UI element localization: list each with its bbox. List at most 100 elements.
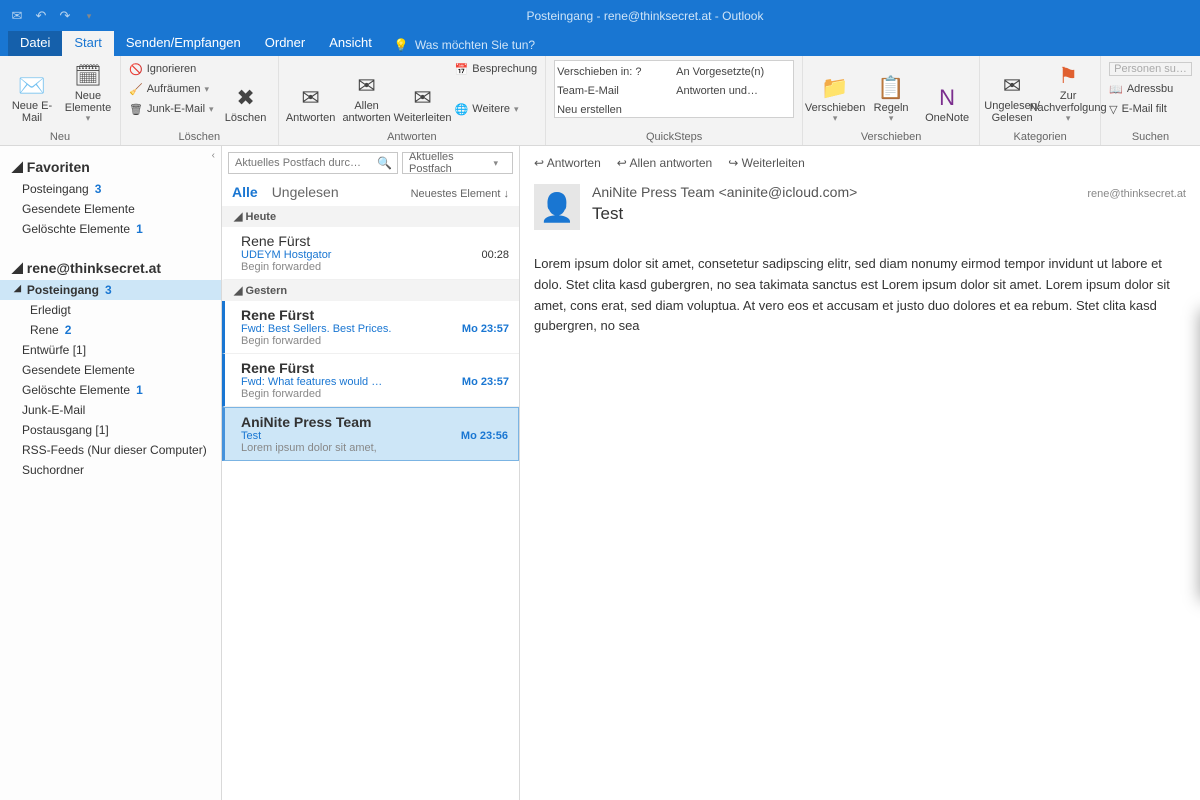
group-header[interactable]: ◢ Gestern bbox=[222, 280, 519, 301]
quick-access-toolbar: ✉ ↶ ↷ bbox=[8, 7, 98, 25]
group-find: Personen su… 📖Adressbu ▽E-Mail filt Such… bbox=[1101, 56, 1200, 145]
nav-geloescht[interactable]: Gelöschte Elemente1 bbox=[0, 380, 221, 400]
msg-time: Mo 23:57 bbox=[462, 376, 509, 388]
quicksteps-gallery[interactable]: Verschieben in: ? An Vorgesetzte(n) Team… bbox=[554, 60, 794, 118]
onenote-icon: N bbox=[939, 84, 955, 112]
ignore-icon: 🚫 bbox=[129, 63, 143, 76]
account-header[interactable]: ◢rene@thinksecret.at bbox=[0, 253, 221, 280]
mail-icon: ✉️ bbox=[18, 72, 45, 100]
nav-gesendet[interactable]: Gesendete Elemente bbox=[0, 360, 221, 380]
chevron-down-icon: ◢ bbox=[12, 259, 23, 276]
msg-time: Mo 23:56 bbox=[461, 430, 508, 442]
reply-all-button[interactable]: ✉Allen antworten bbox=[343, 60, 391, 124]
favorites-header[interactable]: ◢Favoriten bbox=[0, 152, 221, 179]
msg-preview: Lorem ipsum dolor sit amet, bbox=[241, 442, 508, 454]
msg-preview: Begin forwarded bbox=[241, 261, 509, 273]
move-icon: 📁 bbox=[821, 74, 848, 102]
more-respond-button[interactable]: 🌐Weitere bbox=[455, 100, 538, 118]
fav-geloescht[interactable]: Gelöschte Elemente1 bbox=[0, 219, 221, 239]
forward-button[interactable]: ✉Weiterleiten bbox=[399, 60, 447, 124]
new-mail-button[interactable]: ✉️Neue E-Mail bbox=[8, 60, 56, 124]
filter-all[interactable]: Alle bbox=[232, 184, 258, 200]
group-respond: ✉Antworten ✉Allen antworten ✉Weiterleite… bbox=[279, 56, 547, 145]
tab-folder[interactable]: Ordner bbox=[253, 31, 317, 56]
message-item[interactable]: Rene FürstFwd: What features would …Begi… bbox=[222, 354, 519, 407]
move-button[interactable]: 📁Verschieben bbox=[811, 60, 859, 124]
addressbook-button[interactable]: 📖Adressbu bbox=[1109, 80, 1192, 98]
msg-from: Rene Fürst bbox=[241, 233, 509, 249]
message-item[interactable]: Rene FürstUDEYM HostgatorBegin forwarded… bbox=[222, 227, 519, 280]
message-list-pane: 🔍 Aktuelles Postfach Alle Ungelesen Neue… bbox=[222, 146, 520, 800]
msg-from: Rene Fürst bbox=[241, 360, 509, 376]
nav-rene[interactable]: Rene2 bbox=[0, 320, 221, 340]
nav-postausgang[interactable]: Postausgang [1] bbox=[0, 420, 221, 440]
tab-home[interactable]: Start bbox=[62, 31, 113, 56]
msg-from: AniNite Press Team bbox=[241, 414, 508, 430]
msg-preview: Begin forwarded bbox=[241, 335, 509, 347]
delete-button[interactable]: ✖Löschen bbox=[222, 60, 270, 124]
message-item[interactable]: Rene FürstFwd: Best Sellers. Best Prices… bbox=[222, 301, 519, 354]
sort-dropdown[interactable]: Neuestes Element ↓ bbox=[411, 188, 509, 200]
chevron-down-icon: ◢ bbox=[12, 158, 23, 175]
replyall-icon: ✉ bbox=[357, 72, 375, 100]
junk-button[interactable]: 🗑Junk-E-Mail bbox=[129, 100, 214, 118]
forward-icon: ✉ bbox=[413, 84, 431, 112]
nav-rss[interactable]: RSS-Feeds (Nur dieser Computer) bbox=[0, 440, 221, 460]
people-search[interactable]: Personen su… bbox=[1109, 60, 1192, 78]
nav-suchordner[interactable]: Suchordner bbox=[0, 460, 221, 480]
tab-file[interactable]: Datei bbox=[8, 31, 62, 56]
group-new: ✉️Neue E-Mail 🗓Neue Elemente Neu bbox=[0, 56, 121, 145]
tell-me-search[interactable]: 💡 Was möchten Sie tun? bbox=[384, 34, 545, 56]
group-header[interactable]: ◢ Heute bbox=[222, 206, 519, 227]
main-area: ‹ ◢Favoriten Posteingang3 Gesendete Elem… bbox=[0, 146, 1200, 800]
reading-pane: ↩ Antworten ↩ Allen antworten ↪ Weiterle… bbox=[520, 146, 1200, 800]
titlebar: ✉ ↶ ↷ Posteingang - rene@thinksecret.at … bbox=[0, 0, 1200, 32]
delete-icon: ✖ bbox=[236, 84, 254, 112]
items-icon: 🗓 bbox=[74, 62, 102, 90]
group-move: 📁Verschieben 📋Regeln NOneNote Verschiebe… bbox=[803, 56, 980, 145]
msg-time: 00:28 bbox=[481, 249, 509, 261]
rules-icon: 📋 bbox=[877, 74, 904, 102]
group-tags: ✉Ungelesen/ Gelesen ⚑Zur Nachverfolgung … bbox=[980, 56, 1101, 145]
group-delete: 🚫Ignorieren 🧹Aufräumen 🗑Junk-E-Mail ✖Lös… bbox=[121, 56, 279, 145]
unread-icon: ✉ bbox=[1003, 72, 1021, 100]
tab-sendrecv[interactable]: Senden/Empfangen bbox=[114, 31, 253, 56]
ignore-button[interactable]: 🚫Ignorieren bbox=[129, 60, 214, 78]
msg-subject: UDEYM Hostgator bbox=[241, 249, 509, 261]
reply-button[interactable]: ✉Antworten bbox=[287, 60, 335, 124]
followup-button[interactable]: ⚑Zur Nachverfolgung bbox=[1044, 60, 1092, 124]
undo-icon[interactable]: ↶ bbox=[32, 7, 50, 25]
qat-customize-icon[interactable] bbox=[80, 7, 98, 25]
fav-gesendet[interactable]: Gesendete Elemente bbox=[0, 199, 221, 219]
outlook-icon: ✉ bbox=[8, 7, 26, 25]
filter-unread[interactable]: Ungelesen bbox=[272, 184, 339, 200]
lightbulb-icon: 💡 bbox=[394, 38, 409, 52]
filter-mail-button[interactable]: ▽E-Mail filt bbox=[1109, 100, 1192, 118]
chevron-down-icon: ◢ bbox=[14, 283, 21, 297]
message-item[interactable]: AniNite Press TeamTestLorem ipsum dolor … bbox=[222, 407, 519, 461]
cleanup-button[interactable]: 🧹Aufräumen bbox=[129, 80, 214, 98]
meeting-button[interactable]: 📅Besprechung bbox=[455, 60, 538, 78]
new-items-button[interactable]: 🗓Neue Elemente bbox=[64, 60, 112, 124]
nav-entwuerfe[interactable]: Entwürfe [1] bbox=[0, 340, 221, 360]
reply-icon: ✉ bbox=[301, 84, 319, 112]
msg-time: Mo 23:57 bbox=[462, 323, 509, 335]
msg-from: Rene Fürst bbox=[241, 307, 509, 323]
collapse-icon[interactable]: ‹ bbox=[212, 150, 215, 161]
folder-pane: ‹ ◢Favoriten Posteingang3 Gesendete Elem… bbox=[0, 146, 222, 800]
nav-posteingang[interactable]: ◢Posteingang3 bbox=[0, 280, 221, 300]
ribbon: ✉️Neue E-Mail 🗓Neue Elemente Neu 🚫Ignori… bbox=[0, 56, 1200, 146]
search-input[interactable] bbox=[228, 152, 398, 174]
msg-preview: Begin forwarded bbox=[241, 388, 509, 400]
nav-junk[interactable]: Junk-E-Mail bbox=[0, 400, 221, 420]
junk-icon: 🗑 bbox=[129, 103, 143, 116]
search-scope-dropdown[interactable]: Aktuelles Postfach bbox=[402, 152, 513, 174]
tab-view[interactable]: Ansicht bbox=[317, 31, 384, 56]
redo-icon[interactable]: ↷ bbox=[56, 7, 74, 25]
rules-button[interactable]: 📋Regeln bbox=[867, 60, 915, 124]
group-quicksteps: Verschieben in: ? An Vorgesetzte(n) Team… bbox=[546, 56, 803, 145]
fav-posteingang[interactable]: Posteingang3 bbox=[0, 179, 221, 199]
onenote-button[interactable]: NOneNote bbox=[923, 60, 971, 124]
nav-erledigt[interactable]: Erledigt bbox=[0, 300, 221, 320]
search-icon[interactable]: 🔍 bbox=[377, 156, 392, 170]
